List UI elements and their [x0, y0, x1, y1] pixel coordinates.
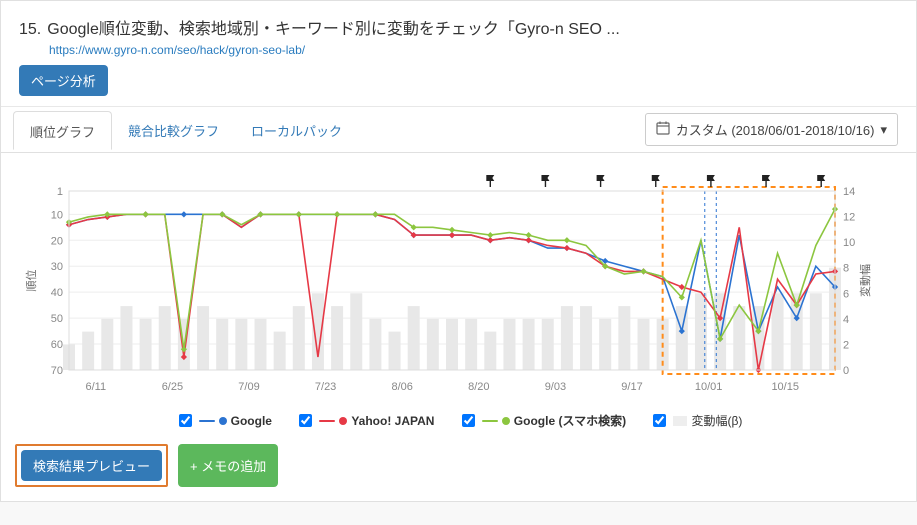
legend-google-sp-label: Google (スマホ検索)	[514, 412, 626, 429]
svg-text:1: 1	[57, 186, 63, 198]
svg-text:10/01: 10/01	[695, 381, 723, 393]
add-memo-button[interactable]: + メモの追加	[178, 444, 278, 487]
svg-text:8/06: 8/06	[391, 381, 412, 393]
svg-text:10/15: 10/15	[771, 381, 799, 393]
svg-text:50: 50	[51, 313, 63, 325]
calendar-icon	[656, 121, 670, 138]
ranking-chart: 1 10 20 30 40 50 60 70 0 2 4 6 8 10 12 14 6/11 6/25 7/09 7/…	[21, 173, 881, 398]
tab-compare[interactable]: 競合比較グラフ	[112, 111, 235, 148]
highlight-box: 検索結果プレビュー	[15, 444, 168, 487]
svg-text:7/23: 7/23	[315, 381, 336, 393]
svg-text:30: 30	[51, 261, 63, 273]
svg-text:10: 10	[51, 209, 63, 221]
svg-text:順位: 順位	[24, 270, 38, 292]
svg-text:14: 14	[843, 186, 855, 198]
plus-icon: +	[190, 459, 201, 474]
rank-number: 15.	[19, 21, 41, 39]
serp-preview-button[interactable]: 検索結果プレビュー	[21, 450, 162, 481]
legend-google-label: Google	[231, 414, 272, 428]
chevron-down-icon: ▾	[880, 122, 887, 138]
svg-text:12: 12	[843, 212, 855, 224]
svg-text:60: 60	[51, 339, 63, 351]
svg-text:8: 8	[843, 263, 849, 275]
legend-volatility-label: 変動幅(β)	[691, 412, 742, 429]
legend-yahoo-checkbox[interactable]	[299, 414, 312, 427]
svg-text:4: 4	[843, 314, 849, 326]
tab-localpack[interactable]: ローカルパック	[235, 111, 358, 148]
svg-text:7/09: 7/09	[238, 381, 259, 393]
svg-text:40: 40	[51, 287, 63, 299]
svg-text:9/03: 9/03	[545, 381, 566, 393]
svg-text:70: 70	[51, 365, 63, 377]
svg-text:0: 0	[843, 365, 849, 377]
page-url[interactable]: https://www.gyro-n.com/seo/hack/gyron-se…	[49, 43, 898, 57]
svg-text:6/25: 6/25	[162, 381, 183, 393]
legend-google-sp[interactable]: Google (スマホ検索)	[458, 411, 626, 430]
svg-text:変動幅: 変動幅	[858, 264, 872, 297]
svg-text:6/11: 6/11	[86, 381, 107, 393]
legend: Google Yahoo! JAPAN Google (スマホ検索) 変動幅(β…	[1, 409, 916, 444]
add-memo-label: メモの追加	[201, 459, 266, 474]
legend-google[interactable]: Google	[175, 411, 272, 430]
svg-text:2: 2	[843, 339, 849, 351]
legend-volatility-checkbox[interactable]	[653, 414, 666, 427]
svg-text:9/17: 9/17	[621, 381, 642, 393]
tab-ranking[interactable]: 順位グラフ	[13, 111, 112, 150]
legend-yahoo[interactable]: Yahoo! JAPAN	[295, 411, 434, 430]
svg-text:8/20: 8/20	[468, 381, 489, 393]
date-range-picker[interactable]: カスタム (2018/06/01-2018/10/16) ▾	[645, 113, 898, 146]
legend-google-sp-checkbox[interactable]	[462, 414, 475, 427]
svg-text:10: 10	[843, 237, 855, 249]
svg-text:20: 20	[51, 235, 63, 247]
legend-volatility[interactable]: 変動幅(β)	[649, 411, 742, 430]
page-title: Google順位変動、検索地域別・キーワード別に変動をチェック「Gyro-n S…	[47, 15, 620, 39]
legend-yahoo-label: Yahoo! JAPAN	[351, 414, 434, 428]
legend-google-checkbox[interactable]	[179, 414, 192, 427]
svg-text:6: 6	[843, 288, 849, 300]
page-analyze-button[interactable]: ページ分析	[19, 65, 108, 96]
date-range-label: カスタム (2018/06/01-2018/10/16)	[676, 120, 875, 139]
